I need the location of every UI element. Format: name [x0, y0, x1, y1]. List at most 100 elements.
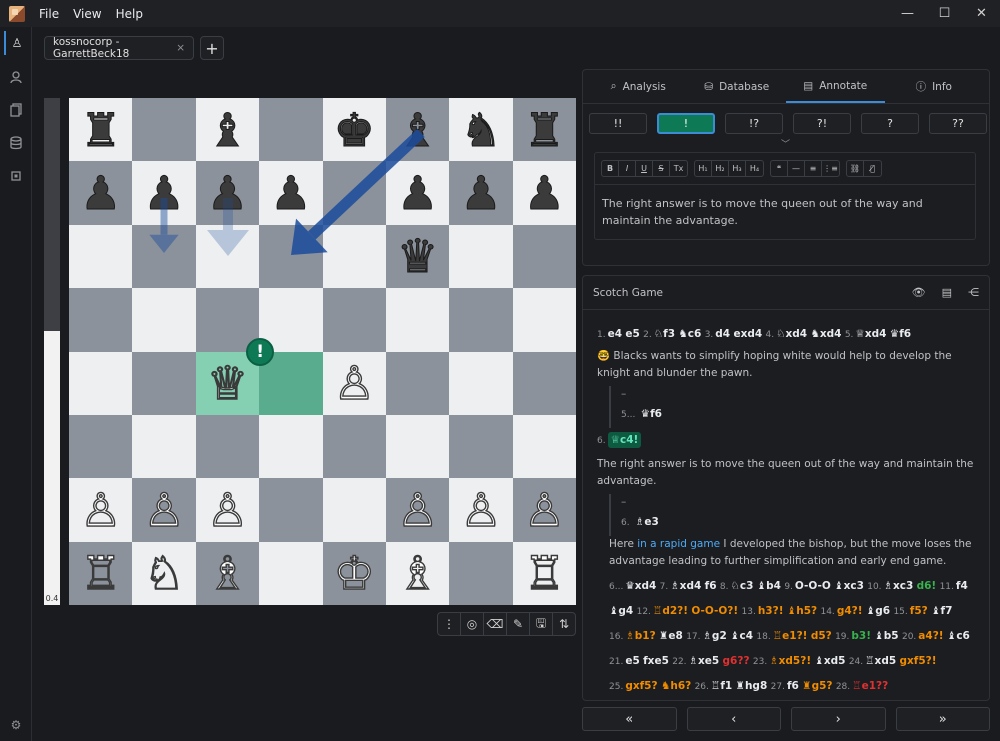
- tab-annotate[interactable]: ▤ Annotate: [786, 70, 885, 103]
- chess-board[interactable]: ♜ ♝ ♚ ♝ ♞ ♜ ♟ ♟ ♟ ♟ ♟ ♟ ♟ ♛ ♕ ♙ ♙ ♙ ♙ ♙ ♙ ♙ ♖ ♘ ♗ ♔ ♗ ♖!: [69, 98, 577, 606]
- move[interactable]: ♘xd4: [776, 328, 807, 340]
- white-piece-e1[interactable]: ♔: [323, 542, 386, 605]
- move[interactable]: b3!: [851, 630, 871, 642]
- move[interactable]: ♝b5: [874, 630, 898, 642]
- close-tab-icon[interactable]: ×: [176, 42, 185, 54]
- clear-format-icon[interactable]: Tx: [670, 161, 687, 176]
- current-move[interactable]: ♕c4!: [607, 432, 642, 448]
- save-icon[interactable]: 🖫: [530, 613, 553, 635]
- database-icon[interactable]: [4, 131, 28, 155]
- square-f5[interactable]: [385, 288, 450, 352]
- heading3-icon[interactable]: H₃: [729, 161, 746, 176]
- move[interactable]: ♜g5?: [802, 680, 832, 692]
- move[interactable]: ♗g2: [703, 630, 727, 642]
- square-c6[interactable]: [195, 224, 260, 289]
- rapid-game-link[interactable]: in a rapid game: [637, 538, 720, 550]
- black-piece-h8[interactable]: ♜: [513, 98, 576, 161]
- move[interactable]: f6: [787, 680, 799, 692]
- black-piece-a7[interactable]: ♟: [69, 161, 132, 224]
- unlink-icon[interactable]: ⛓̸: [864, 161, 881, 176]
- move[interactable]: ♗b1?: [625, 630, 655, 642]
- white-piece-h1[interactable]: ♖: [513, 542, 576, 605]
- square-d8[interactable]: [259, 98, 323, 162]
- move[interactable]: ♝xd5: [814, 655, 845, 667]
- move[interactable]: ♖xd5: [865, 655, 896, 667]
- square-a5[interactable]: [69, 288, 133, 352]
- maximize-icon[interactable]: ☐: [926, 0, 963, 27]
- white-piece-e4[interactable]: ♙: [323, 352, 386, 415]
- divider-icon[interactable]: —: [788, 161, 805, 176]
- move[interactable]: g4?!: [837, 605, 863, 617]
- eraser-icon[interactable]: ⌫: [484, 613, 507, 635]
- tab-info[interactable]: ⓘ Info: [885, 70, 984, 103]
- move[interactable]: ♖e1?!: [773, 630, 808, 642]
- black-piece-g8[interactable]: ♞: [449, 98, 512, 161]
- black-piece-g7[interactable]: ♟: [449, 161, 512, 224]
- move[interactable]: ♖e1??: [852, 680, 888, 692]
- square-d1[interactable]: [259, 541, 323, 606]
- move[interactable]: ♕xd4: [855, 328, 886, 340]
- square-g4[interactable]: [449, 351, 513, 415]
- engine-chip-icon[interactable]: [4, 164, 28, 188]
- underline-icon[interactable]: U: [636, 161, 653, 176]
- move[interactable]: ♛f6: [641, 408, 662, 420]
- move[interactable]: ♗xd4: [670, 580, 701, 592]
- square-h3[interactable]: [512, 414, 577, 479]
- move[interactable]: ♛xd4: [625, 580, 656, 592]
- black-piece-e8[interactable]: ♚: [323, 98, 386, 161]
- square-f4[interactable]: [385, 351, 450, 415]
- square-e2[interactable]: [322, 478, 386, 542]
- add-tab-button[interactable]: +: [200, 36, 224, 60]
- strikethrough-icon[interactable]: S: [653, 161, 670, 176]
- comment-text[interactable]: The right answer is to move the queen ou…: [595, 185, 975, 239]
- move[interactable]: ♖f1: [711, 680, 732, 692]
- black-piece-f7[interactable]: ♟: [386, 161, 449, 224]
- move[interactable]: ♗xd5?!: [769, 655, 811, 667]
- square-d3[interactable]: [259, 414, 323, 479]
- white-piece-c1[interactable]: ♗: [196, 542, 259, 605]
- move[interactable]: d5?: [811, 630, 832, 642]
- tab-analysis[interactable]: ⌕ Analysis: [589, 70, 688, 103]
- square-h4[interactable]: [512, 351, 577, 415]
- edit-icon[interactable]: ✎: [507, 613, 530, 635]
- move[interactable]: gxf5?!: [900, 655, 937, 667]
- move[interactable]: ♖d2?!: [653, 605, 688, 617]
- next-move-button[interactable]: ›: [791, 707, 886, 731]
- square-e6[interactable]: [322, 224, 386, 289]
- square-b6[interactable]: [132, 224, 196, 289]
- white-piece-a1[interactable]: ♖: [69, 542, 132, 605]
- square-a6[interactable]: [69, 224, 133, 289]
- move[interactable]: O-O-O: [795, 580, 831, 592]
- square-b3[interactable]: [132, 414, 196, 479]
- previous-move-button[interactable]: ‹: [686, 707, 781, 731]
- nag-dubious-button[interactable]: ?!: [793, 113, 851, 134]
- tree-view-icon[interactable]: ⋲: [968, 286, 979, 299]
- move[interactable]: ♗xe5: [689, 655, 720, 667]
- move[interactable]: e4: [608, 328, 622, 340]
- list-view-icon[interactable]: ▤: [942, 286, 952, 299]
- move[interactable]: ♞h6?: [661, 680, 691, 692]
- square-e3[interactable]: [322, 414, 386, 479]
- square-d2[interactable]: [259, 478, 323, 542]
- move[interactable]: ♞xd4: [810, 328, 841, 340]
- nag-blunder-button[interactable]: ??: [929, 113, 987, 134]
- square-g5[interactable]: [449, 288, 513, 352]
- italic-icon[interactable]: I: [619, 161, 636, 176]
- white-piece-f2[interactable]: ♙: [386, 478, 449, 541]
- link-icon[interactable]: ⛓: [847, 161, 864, 176]
- menu-file[interactable]: File: [39, 7, 59, 21]
- square-g3[interactable]: [449, 414, 513, 479]
- target-icon[interactable]: ◎: [461, 613, 484, 635]
- quote-icon[interactable]: ❝: [771, 161, 788, 176]
- move[interactable]: fxe5: [643, 655, 669, 667]
- chevron-down-icon[interactable]: ﹀: [781, 137, 790, 150]
- white-piece-b1[interactable]: ♘: [132, 542, 195, 605]
- move[interactable]: ♘c3: [730, 580, 753, 592]
- eye-icon[interactable]: 👁: [912, 286, 926, 299]
- bullet-list-icon[interactable]: ≡: [805, 161, 822, 176]
- move[interactable]: gxf5?: [625, 680, 657, 692]
- move[interactable]: ♝xc3: [834, 580, 864, 592]
- square-h5[interactable]: [512, 288, 577, 352]
- comment-editor[interactable]: B I U S Tx H₁ H₂ H₃ H₄ ❝ — ≡ ⋮≡ ⛓ ⛓̸ The…: [594, 152, 976, 240]
- move[interactable]: ♝f7: [931, 605, 952, 617]
